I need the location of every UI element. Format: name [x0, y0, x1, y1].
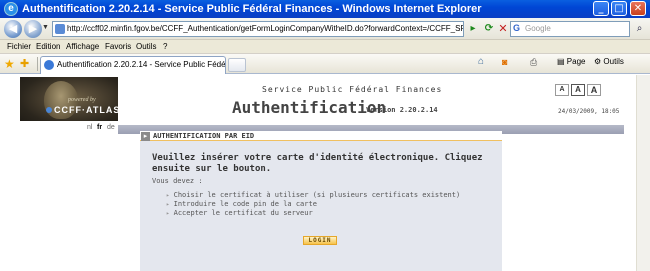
page-icon: [55, 24, 65, 34]
menu-item-edition[interactable]: Edition: [36, 42, 60, 51]
font-size-large-button[interactable]: A: [587, 84, 601, 96]
page-menu[interactable]: ▤ Page: [557, 57, 585, 66]
login-button[interactable]: LOGIN: [303, 236, 337, 245]
language-link-de[interactable]: de: [107, 124, 115, 131]
list-item: ▸ Accepter le certificat du serveur: [166, 209, 460, 218]
tools-menu-label: Outils: [603, 57, 624, 66]
menu-item-affichage[interactable]: Affichage: [66, 42, 99, 51]
step-text: Accepter le certificat du serveur: [173, 209, 313, 217]
service-title: Service Public Fédéral Finances: [262, 85, 443, 94]
window-title: Authentification 2.20.2.14 - Service Pub…: [22, 3, 482, 15]
feeds-icon[interactable]: ◙: [502, 57, 507, 67]
search-magnifier-icon[interactable]: ⌕: [632, 21, 647, 37]
tools-menu[interactable]: ⚙ Outils: [594, 57, 624, 66]
menu-item-favoris[interactable]: Favoris: [105, 42, 131, 51]
stop-icon[interactable]: ✕: [497, 21, 509, 37]
forward-arrow-icon[interactable]: ▶: [24, 20, 42, 38]
menu-item-outils[interactable]: Outils: [136, 42, 156, 51]
list-item: ▸ Introduire le code pin de la carte: [166, 200, 460, 209]
minimize-button[interactable]: _: [593, 1, 609, 16]
google-icon: G: [513, 23, 521, 33]
address-input[interactable]: http://ccff02.minfin.fgov.be/CCFF_Authen…: [52, 21, 464, 37]
panel-arrow-icon: ▸: [141, 132, 150, 141]
tools-gear-icon: ⚙: [594, 57, 602, 66]
new-tab-button[interactable]: [228, 58, 246, 72]
address-toolbar: ◀ ▶ ▼ http://ccff02.minfin.fgov.be/CCFF_…: [0, 18, 650, 40]
tab-separator: [37, 57, 38, 71]
step-text: Introduire le code pin de la carte: [173, 200, 317, 208]
address-url: http://ccff02.minfin.fgov.be/CCFF_Authen…: [67, 24, 464, 33]
bullet-icon: ▸: [166, 192, 170, 199]
list-item: ▸ Choisir le certificat à utiliser (si pl…: [166, 191, 460, 200]
history-dropdown-icon[interactable]: ▼: [42, 24, 49, 31]
tab-bar: ★ ✚ Authentification 2.20.2.14 - Service…: [0, 54, 650, 74]
version-label: Version 2.20.2.14: [366, 106, 438, 114]
search-placeholder: Google: [525, 24, 551, 33]
language-link-nl[interactable]: nl: [87, 124, 92, 131]
print-icon[interactable]: ⎙: [530, 57, 537, 68]
panel-title: AUTHENTIFICATION PAR EID: [153, 132, 255, 140]
bullet-icon: ▸: [166, 201, 170, 208]
window-title-bar: e Authentification 2.20.2.14 - Service P…: [0, 0, 650, 18]
tab-label: Authentification 2.20.2.14 - Service Pub…: [57, 60, 226, 69]
vertical-scrollbar[interactable]: [636, 75, 650, 271]
internet-explorer-icon: e: [4, 2, 18, 16]
page-title: Authentification: [232, 98, 387, 117]
go-arrow-icon[interactable]: ▸: [466, 21, 480, 37]
logo-dot-icon: [46, 107, 52, 113]
step-text: Choisir le certificat à utiliser (si plu…: [173, 191, 461, 199]
home-icon[interactable]: ⌂: [478, 56, 484, 67]
refresh-icon[interactable]: ⟳: [482, 21, 496, 37]
menu-item-fichier[interactable]: Fichier: [7, 42, 31, 51]
tab-authentification[interactable]: Authentification 2.20.2.14 - Service Pub…: [40, 56, 226, 74]
bullet-icon: ▸: [166, 210, 170, 217]
requirements-label: Vous devez :: [152, 177, 203, 185]
back-arrow-icon[interactable]: ◀: [4, 20, 22, 38]
menu-bar: Fichier Edition Affichage Favoris Outils…: [0, 40, 650, 54]
instruction-text: Veuillez insérer votre carte d'identité …: [152, 153, 483, 174]
maximize-button[interactable]: □: [611, 1, 627, 16]
web-page: powered by CCFF·ATLAS Service Public Féd…: [0, 75, 650, 271]
search-input[interactable]: G Google: [510, 21, 630, 37]
logo-label: CCFF·ATLAS: [54, 105, 121, 115]
page-menu-icon: ▤: [557, 57, 565, 66]
powered-by-label: powered by: [68, 97, 96, 103]
page-menu-label: Page: [566, 57, 586, 66]
font-size-small-button[interactable]: A: [555, 84, 569, 96]
logo-text: CCFF·ATLAS: [46, 105, 120, 115]
date-time: 24/03/2009, 18:05: [558, 108, 620, 115]
language-link-fr[interactable]: fr: [97, 124, 102, 131]
add-favorites-icon[interactable]: ✚: [20, 57, 29, 70]
menu-item-help[interactable]: ?: [163, 42, 167, 51]
close-window-button[interactable]: ✕: [630, 1, 646, 16]
font-size-medium-button[interactable]: A: [571, 84, 585, 96]
tab-page-icon: [44, 60, 54, 70]
favorites-star-icon[interactable]: ★: [4, 57, 15, 71]
requirements-list: ▸ Choisir le certificat à utiliser (si pl…: [166, 191, 460, 218]
